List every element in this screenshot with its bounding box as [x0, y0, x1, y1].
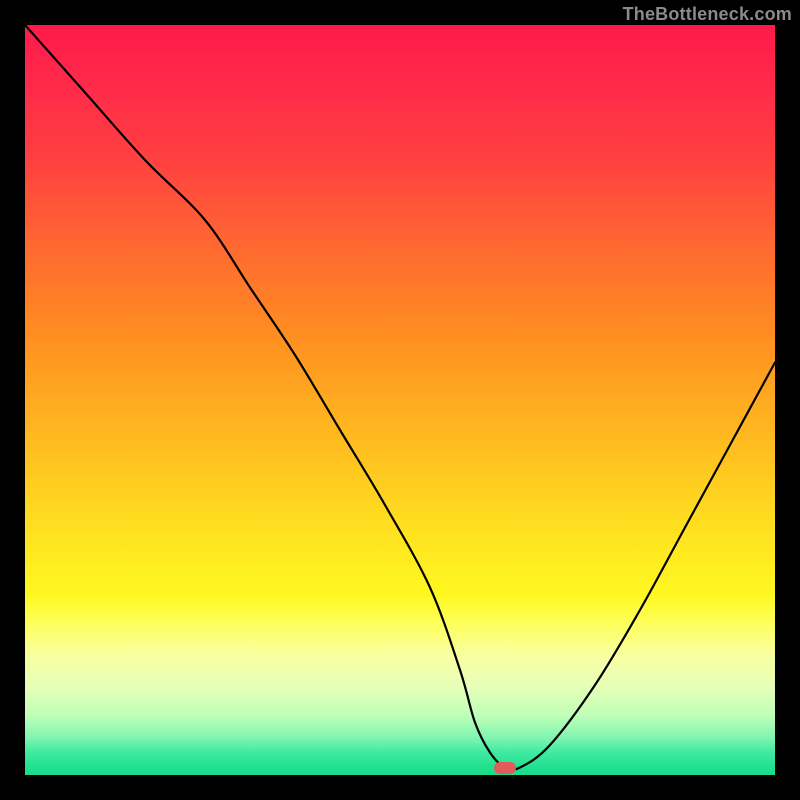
optimal-marker — [494, 762, 516, 774]
bottleneck-curve-path — [25, 25, 775, 770]
curve-svg — [25, 25, 775, 775]
watermark-text: TheBottleneck.com — [623, 4, 792, 25]
chart-container: TheBottleneck.com — [0, 0, 800, 800]
plot-area — [25, 25, 775, 775]
